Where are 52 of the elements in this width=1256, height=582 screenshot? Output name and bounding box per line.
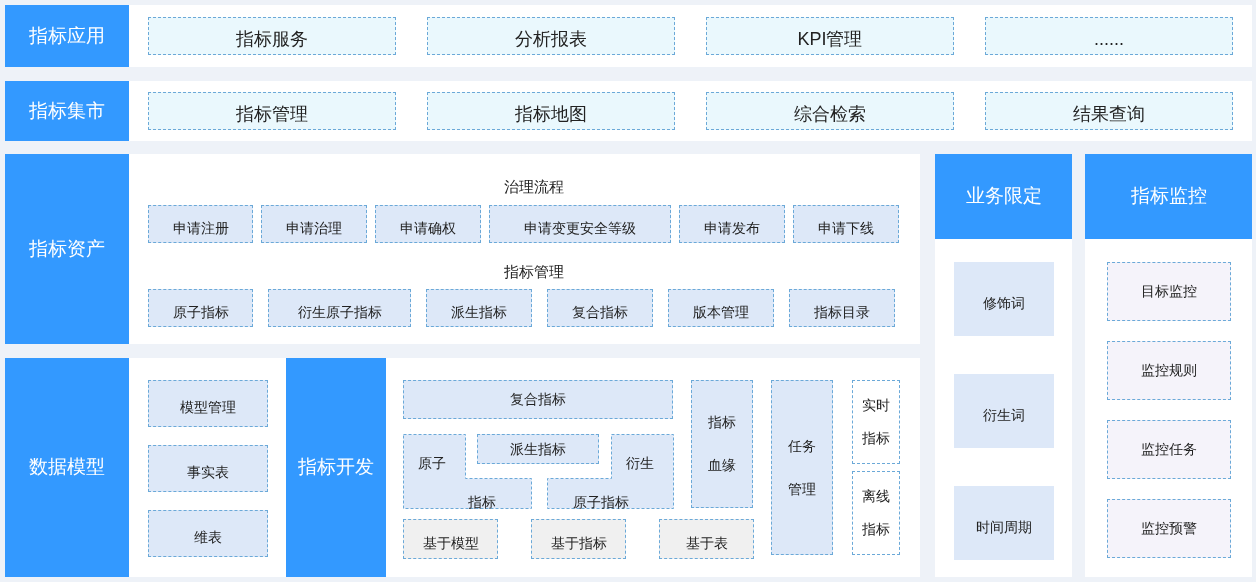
layer-label: 指标监控 — [1085, 154, 1252, 239]
group-title: 治理流程 — [503, 177, 565, 197]
asset-item: 申请下线 — [793, 204, 899, 243]
monitoring-item: 监控任务 — [1106, 420, 1231, 479]
asset-item: 申请确权 — [375, 204, 481, 243]
monitoring-item: 目标监控 — [1106, 262, 1231, 321]
layer-label: 指标资产 — [5, 154, 129, 344]
layer-label: 业务限定 — [935, 154, 1072, 239]
module-box: 指标服务 — [148, 16, 396, 55]
layer-label: 指标开发 — [286, 358, 386, 577]
box-text: 原子 — [418, 454, 446, 473]
layer-label: 数据模型 — [5, 358, 129, 577]
box-text: 原子指标 — [573, 493, 629, 512]
module-box: ...... — [985, 16, 1233, 55]
offline-metric-box: 离线 指标 — [852, 471, 900, 555]
qualifier-item: 衍生词 — [953, 374, 1054, 448]
module-box: KPI管理 — [706, 16, 954, 55]
module-box: 分析报表 — [427, 16, 675, 55]
composite-metric-box: 复合指标 — [403, 380, 673, 419]
realtime-metric-box: 实时 指标 — [852, 380, 900, 464]
box-text: 衍生 — [626, 454, 654, 473]
group-title: 指标管理 — [503, 261, 565, 282]
asset-item: 申请发布 — [679, 204, 785, 243]
model-item: 事实表 — [148, 445, 268, 492]
asset-item: 原子指标 — [148, 289, 253, 327]
qualifier-item: 修饰词 — [953, 262, 1054, 336]
monitoring-item: 监控规则 — [1106, 341, 1231, 400]
source-box: 基于模型 — [403, 519, 498, 559]
asset-item: 版本管理 — [668, 289, 774, 327]
source-box: 基于表 — [659, 519, 754, 559]
qualifier-item: 时间周期 — [953, 486, 1054, 560]
module-box: 指标地图 — [427, 91, 675, 130]
asset-item: 申请变更安全等级 — [489, 204, 671, 243]
asset-item: 复合指标 — [547, 289, 653, 327]
lineage-box: 指标 血缘 — [691, 380, 753, 508]
module-box: 综合检索 — [706, 91, 954, 130]
module-box: 结果查询 — [985, 91, 1233, 130]
asset-item: 申请注册 — [148, 204, 253, 243]
asset-item: 衍生原子指标 — [268, 289, 411, 327]
asset-item: 申请治理 — [261, 204, 367, 243]
asset-item: 派生指标 — [426, 289, 532, 327]
model-item: 维表 — [148, 510, 268, 557]
model-item: 模型管理 — [148, 380, 268, 427]
layer-label: 指标应用 — [5, 5, 129, 67]
module-box: 指标管理 — [148, 91, 396, 130]
layer-label: 指标集市 — [5, 80, 129, 141]
task-management-box: 任务 管理 — [771, 380, 833, 555]
monitoring-item: 监控预警 — [1106, 499, 1231, 558]
asset-item: 指标目录 — [789, 289, 895, 327]
source-box: 基于指标 — [531, 519, 626, 559]
box-text: 指标 — [468, 493, 496, 512]
derived-metric-box: 派生指标 — [477, 434, 599, 464]
